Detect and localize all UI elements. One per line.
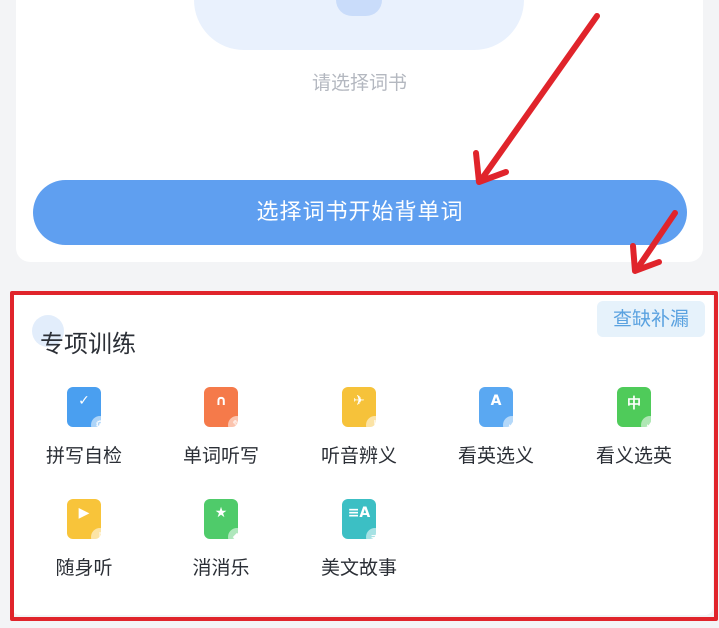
annotation-arrows [473,13,678,274]
annotation-arrow-training-box [630,210,678,274]
annotation-arrow-start-button [473,13,600,185]
